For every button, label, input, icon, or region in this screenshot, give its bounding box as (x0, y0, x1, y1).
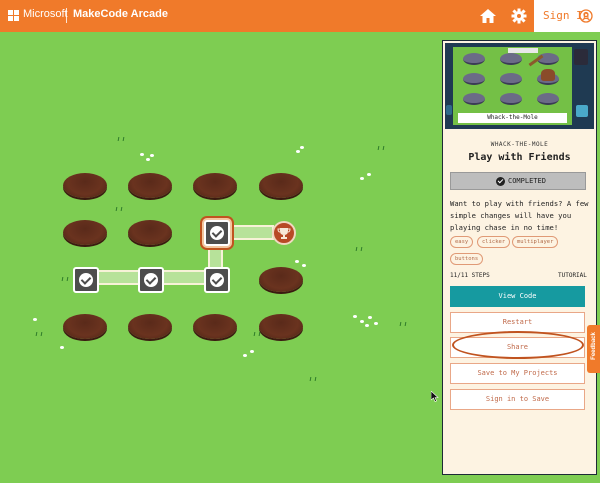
mole-hole (63, 173, 107, 198)
tag-multiplayer[interactable]: multiplayer (512, 236, 559, 248)
header-divider (66, 8, 67, 23)
mole-hole (259, 267, 303, 292)
settings-button[interactable] (510, 7, 528, 25)
tag-clicker[interactable]: clicker (477, 236, 511, 248)
check-circle-icon (496, 177, 505, 186)
check-icon (79, 273, 93, 287)
game-thumbnail[interactable]: Whack-the-Mole (445, 43, 594, 129)
tag-easy[interactable]: easy (450, 236, 474, 248)
mole-hole (128, 220, 172, 245)
mole-hole (128, 173, 172, 198)
feedback-tab[interactable]: Feedback (587, 325, 600, 373)
view-code-button[interactable]: View Code (450, 286, 585, 307)
tutorial-description: Want to play with friends? A few simple … (450, 199, 589, 232)
mole-hole (259, 173, 303, 198)
map-path (230, 225, 274, 240)
tutorial-type: TUTORIAL (558, 272, 587, 279)
check-icon (210, 226, 224, 240)
mole-hole (259, 314, 303, 339)
sign-in-button[interactable]: Sign In (534, 0, 600, 32)
mole-hole (193, 314, 237, 339)
trophy-icon (277, 228, 291, 239)
checkpoint-completed[interactable] (73, 267, 99, 293)
share-highlight-annotation (452, 331, 584, 359)
feedback-label: Feedback (591, 332, 597, 360)
project-name: WHACK-THE-MOLE (490, 141, 549, 148)
map-path (208, 242, 223, 270)
goal-trophy[interactable] (272, 221, 296, 245)
tutorial-title: Play with Friends (468, 152, 571, 163)
save-to-projects-button[interactable]: Save to My Projects (450, 363, 585, 384)
checkpoint-completed[interactable] (138, 267, 164, 293)
thumbnail-caption: Whack-the-Mole (458, 113, 567, 123)
status-label: COMPLETED (508, 177, 546, 185)
checkpoint-completed[interactable] (204, 267, 230, 293)
microsoft-logo-icon (8, 10, 19, 21)
mole-hole (63, 220, 107, 245)
check-icon (210, 273, 224, 287)
steps-count: 11/11 STEPS (450, 272, 490, 279)
mole-hole (63, 314, 107, 339)
home-icon (480, 9, 496, 23)
check-icon (144, 273, 158, 287)
app-title[interactable]: MakeCode Arcade (73, 8, 168, 20)
status-badge: COMPLETED (450, 172, 586, 190)
gear-icon (511, 8, 527, 24)
checkpoint-current[interactable] (204, 220, 230, 246)
tag-buttons[interactable]: buttons (450, 253, 484, 265)
mole-sprite-icon (541, 69, 555, 81)
controller-right-icon (574, 49, 588, 65)
top-bar: Microsoft MakeCode Arcade Sign In (0, 0, 600, 32)
sign-in-to-save-button[interactable]: Sign in to Save (450, 389, 585, 410)
map-path (162, 270, 206, 285)
mouse-cursor-icon (431, 391, 439, 402)
mole-hole (128, 314, 172, 339)
brand-name: Microsoft (23, 8, 68, 20)
controller-left-icon (446, 105, 452, 115)
map-path (96, 270, 140, 285)
controller-right-icon (576, 105, 588, 117)
tutorial-info-panel: Whack-the-Mole WHACK-THE-MOLE Play with … (442, 40, 597, 475)
game-screen: Whack-the-Mole (453, 47, 572, 125)
user-icon (579, 9, 593, 23)
restart-button[interactable]: Restart (450, 312, 585, 333)
mole-hole (193, 173, 237, 198)
home-button[interactable] (479, 7, 497, 25)
tutorial-map (0, 32, 440, 483)
